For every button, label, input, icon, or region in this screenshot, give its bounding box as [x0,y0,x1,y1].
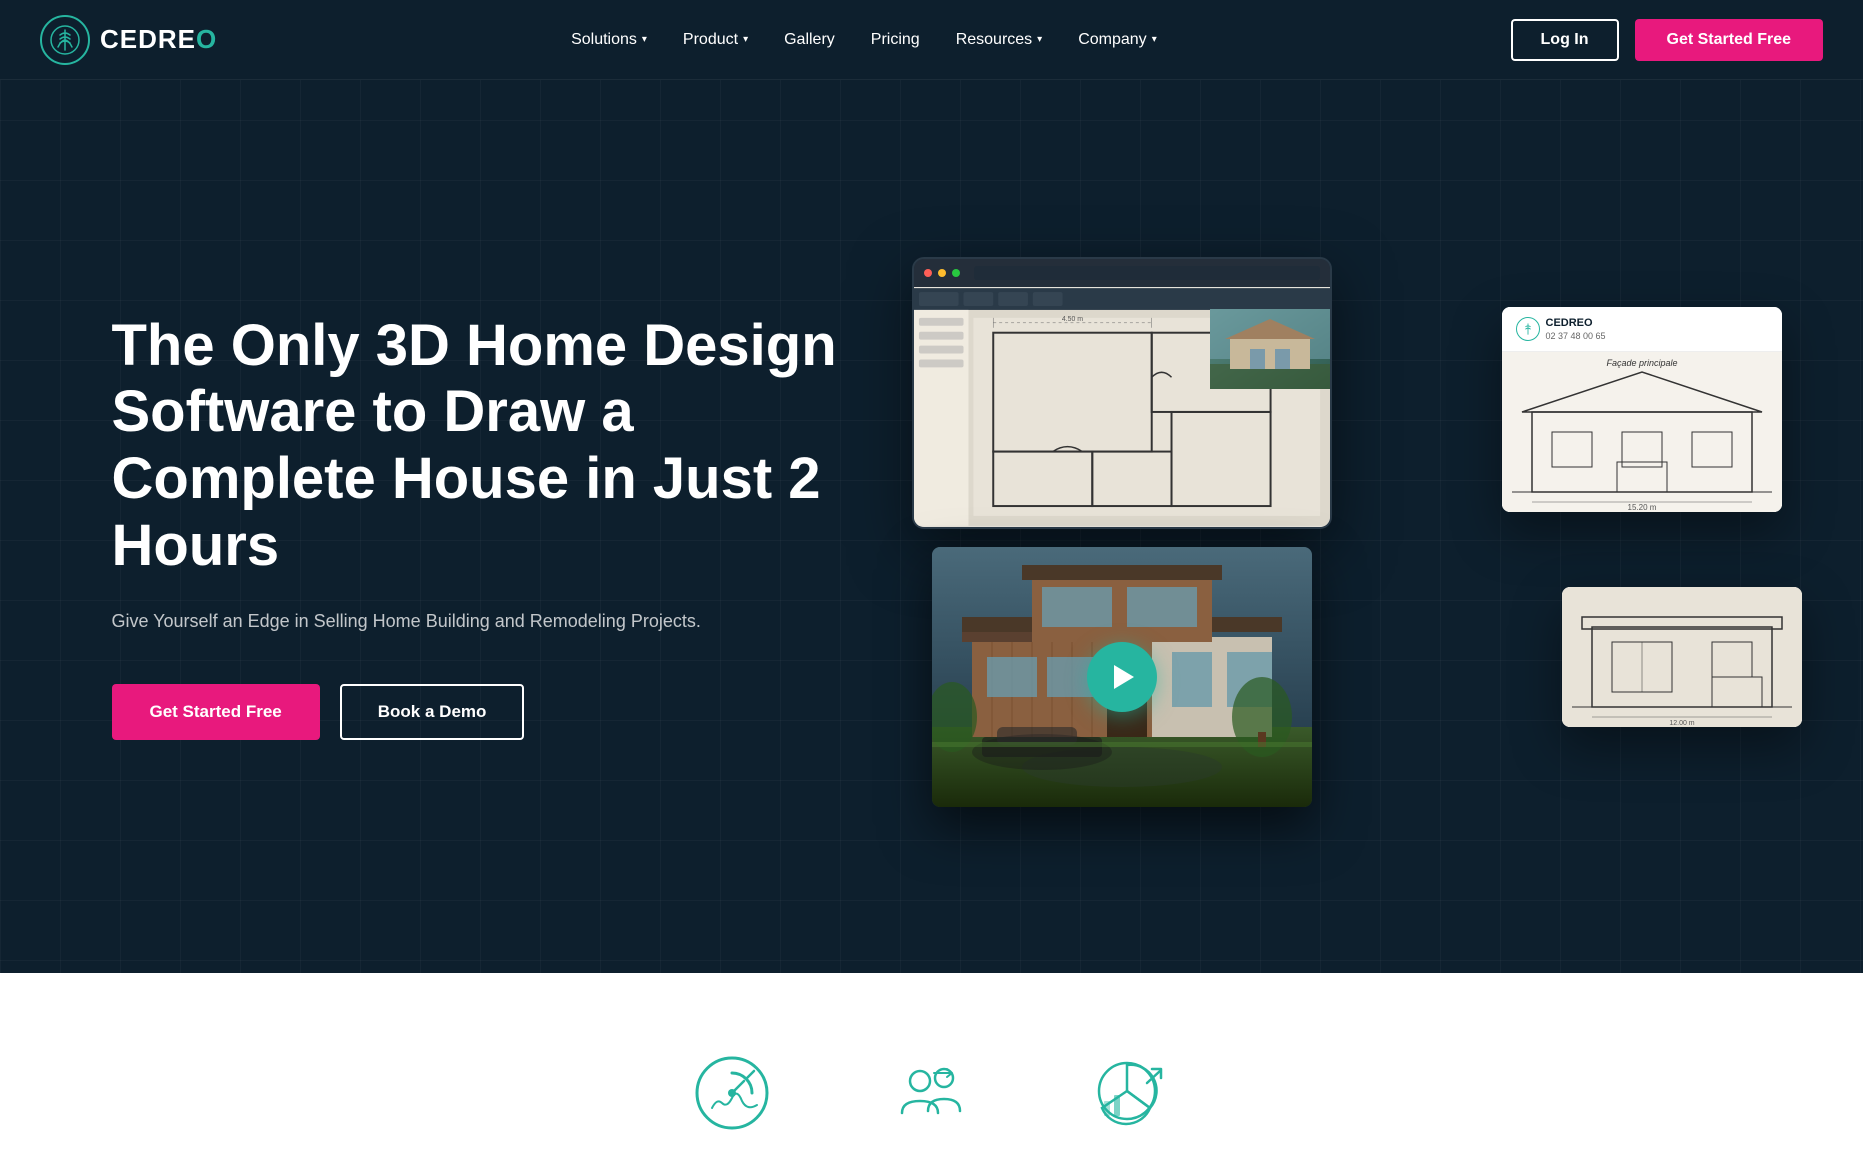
hero-images: 4.50 m [912,247,1752,807]
play-button[interactable] [1087,642,1157,712]
hero-section: The Only 3D Home Design Software to Draw… [0,0,1863,973]
book-demo-button[interactable]: Book a Demo [340,684,525,740]
play-icon [1114,665,1134,689]
svg-text:12.00 m: 12.00 m [1669,720,1694,727]
laptop-bar [914,259,1330,287]
nav-item-product[interactable]: Product ▾ [683,31,748,49]
elevation-logo-info: CEDREO 02 37 48 00 65 [1546,317,1606,341]
speed-icon [692,1053,772,1133]
laptop-mockup: 4.50 m [912,257,1332,529]
hero-content: The Only 3D Home Design Software to Draw… [32,187,1832,867]
bottom-section [0,973,1863,1173]
chevron-down-icon: ▾ [743,34,748,45]
nav-item-resources[interactable]: Resources ▾ [956,31,1043,49]
logo[interactable]: CEDREO [40,15,217,65]
laptop-dot-red [924,269,932,277]
nav-item-pricing[interactable]: Pricing [871,31,920,49]
chevron-down-icon: ▾ [642,34,647,45]
login-button[interactable]: Log In [1511,19,1619,61]
hero-actions: Get Started Free Book a Demo [112,684,872,740]
elevation-logo: CEDREO 02 37 48 00 65 [1516,317,1768,341]
logo-icon [40,15,90,65]
nav-actions: Log In Get Started Free [1511,19,1823,61]
laptop-dot-yellow [938,269,946,277]
laptop-screen: 4.50 m [914,287,1330,527]
hero-text: The Only 3D Home Design Software to Draw… [112,313,872,741]
elevation-logo-icon [1516,317,1540,341]
logo-text: CEDREO [100,24,217,55]
chevron-down-icon: ▾ [1037,34,1042,45]
elevation-card: CEDREO 02 37 48 00 65 [1502,307,1782,512]
nav-item-gallery[interactable]: Gallery [784,31,835,49]
svg-text:Façade principale: Façade principale [1606,358,1677,368]
svg-text:4.50 m: 4.50 m [1061,315,1082,322]
collaboration-icon [892,1053,972,1133]
feature-icon-analytics [1092,1053,1172,1133]
elevation-header: CEDREO 02 37 48 00 65 [1502,307,1782,352]
navbar: CEDREO Solutions ▾ Product ▾ Gallery Pri… [0,0,1863,80]
get-started-nav-button[interactable]: Get Started Free [1635,19,1823,61]
laptop-url-bar [974,266,1320,280]
feature-icon-speed [692,1053,772,1133]
hero-subtitle: Give Yourself an Edge in Selling Home Bu… [112,607,872,636]
feature-icon-collab [892,1053,972,1133]
laptop-dot-green [952,269,960,277]
nav-item-company[interactable]: Company ▾ [1078,31,1157,49]
nav-item-solutions[interactable]: Solutions ▾ [571,31,647,49]
elevation-image-2: 12.00 m [1562,587,1802,727]
svg-text:15.20 m: 15.20 m [1627,503,1656,512]
laptop-house-thumbnail [1210,309,1330,389]
house-render-main [932,547,1312,807]
elevation-card-2: 12.00 m [1562,587,1802,727]
hero-title: The Only 3D Home Design Software to Draw… [112,313,872,580]
elevation-logo-name: CEDREO [1546,317,1606,329]
nav-links: Solutions ▾ Product ▾ Gallery Pricing Re… [571,31,1157,49]
chevron-down-icon: ▾ [1152,34,1157,45]
analytics-icon [1092,1053,1172,1133]
get-started-hero-button[interactable]: Get Started Free [112,684,320,740]
elevation-image: 15.20 m Façade principale [1502,352,1782,512]
elevation-phone: 02 37 48 00 65 [1546,331,1606,341]
